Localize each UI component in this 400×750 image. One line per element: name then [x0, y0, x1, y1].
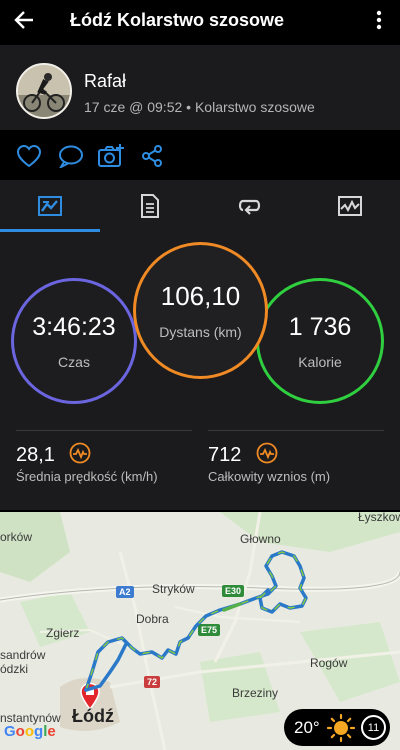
avg-speed-value: 28,1: [16, 444, 55, 466]
calories-value: 1 736: [288, 312, 352, 341]
total-ascent-value: 712: [208, 444, 242, 466]
like-button[interactable]: [14, 142, 44, 170]
total-ascent-metric: 712 Całkowity wznios (m): [208, 442, 330, 484]
divider: [208, 430, 384, 431]
tab-overview[interactable]: [0, 180, 100, 232]
activity-meta: 17 cze @ 09:52 • Kolarstwo szosowe: [84, 99, 315, 115]
distance-label: Dystans (km): [159, 324, 242, 340]
avg-speed-label: Średnia prędkość (km/h): [16, 469, 158, 484]
action-bar: [0, 130, 400, 180]
username[interactable]: Rafał: [84, 71, 126, 92]
route-map[interactable]: Łyszkowice Głowno orków Stryków Dobra Zg…: [0, 512, 400, 750]
time-value: 3:46:23: [32, 312, 116, 341]
add-photo-button[interactable]: [96, 142, 126, 170]
cyclist-photo: [18, 65, 70, 117]
calories-stat-circle: 1 736 Kalorie: [256, 278, 384, 404]
time-stat-circle: 3:46:23 Czas: [11, 278, 137, 404]
share-icon: [142, 145, 162, 167]
comment-icon: [59, 145, 83, 168]
avatar[interactable]: [16, 63, 72, 119]
route-track: [84, 550, 308, 692]
tab-details[interactable]: [100, 180, 200, 232]
document-icon: [141, 194, 159, 218]
laps-icon: [238, 199, 261, 215]
tab-charts[interactable]: [300, 180, 400, 232]
distance-stat-circle: 106,10 Dystans (km): [133, 242, 268, 379]
time-label: Czas: [58, 353, 90, 370]
line-chart-icon: [338, 196, 362, 216]
heart-icon: [16, 144, 42, 168]
camera-plus-icon: [98, 144, 124, 167]
chart-overview-icon: [38, 196, 62, 216]
comment-button[interactable]: [56, 142, 86, 170]
avg-speed-metric: 28,1 Średnia prędkość (km/h): [16, 442, 158, 484]
activity-header: Rafał 17 cze @ 09:52 • Kolarstwo szosowe: [0, 45, 400, 130]
app-bar: Łódź Kolarstwo szosowe: [0, 0, 400, 40]
page-title: Łódź Kolarstwo szosowe: [70, 9, 285, 30]
pulse-icon: [256, 442, 278, 469]
tab-laps[interactable]: [200, 180, 300, 232]
distance-value: 106,10: [160, 281, 241, 311]
calories-label: Kalorie: [298, 353, 342, 370]
share-button[interactable]: [137, 142, 167, 170]
tab-bar: [0, 180, 400, 232]
more-options-button[interactable]: [364, 0, 394, 40]
arrow-left-icon: [14, 11, 33, 29]
back-button[interactable]: [0, 0, 48, 40]
pulse-icon: [69, 442, 91, 469]
total-ascent-label: Całkowity wznios (m): [208, 469, 331, 484]
more-vertical-icon: [376, 10, 382, 30]
divider: [16, 430, 192, 431]
